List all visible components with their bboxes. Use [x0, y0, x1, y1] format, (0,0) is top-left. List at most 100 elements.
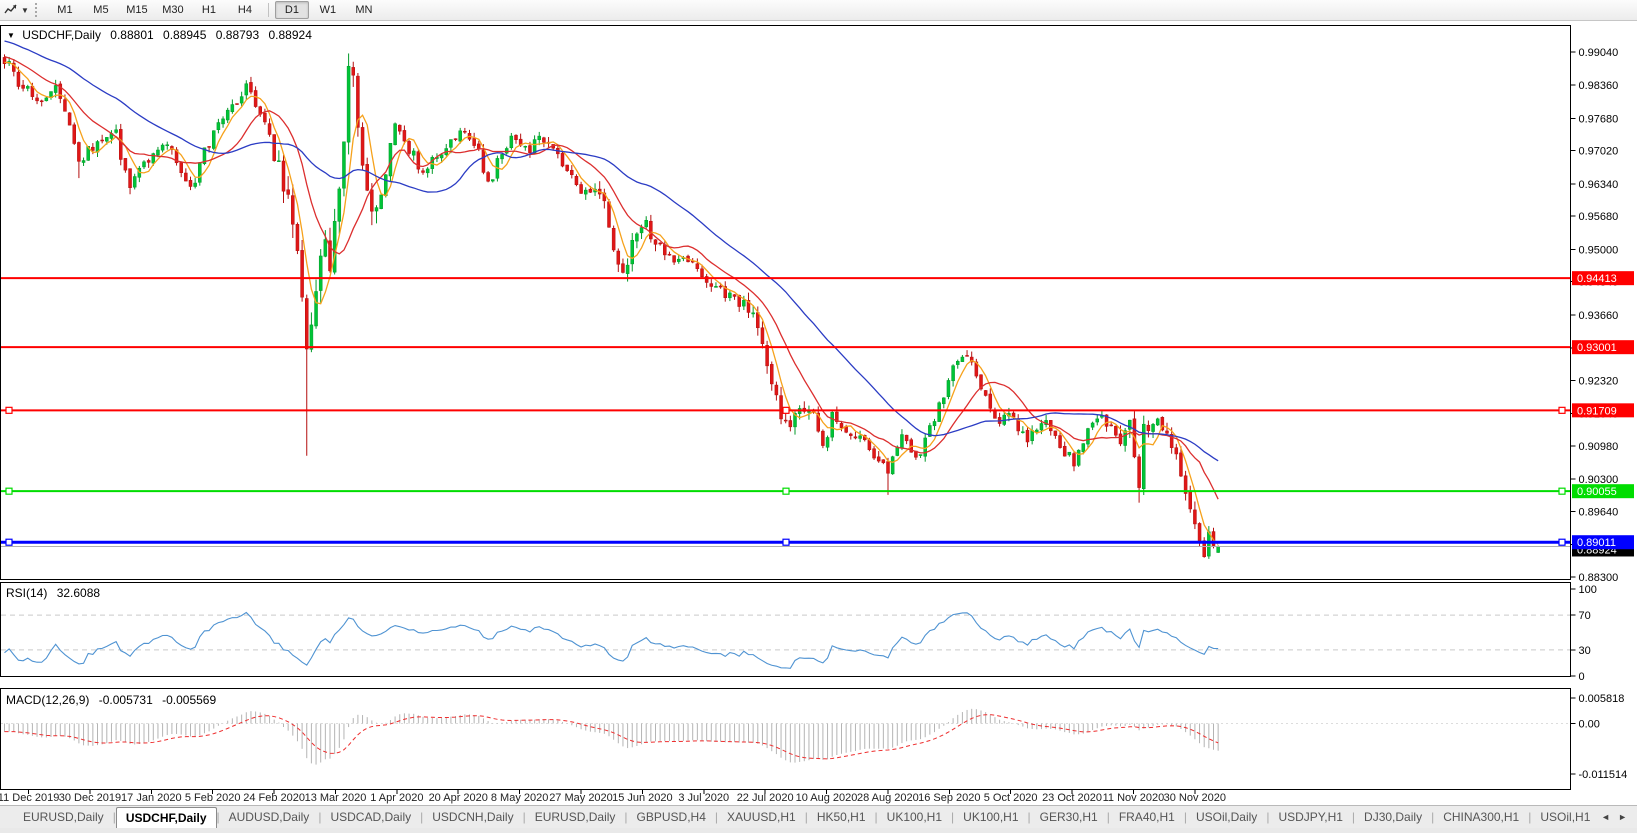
candle-body [770, 364, 773, 384]
date-axis-label: 28 Aug 2020 [857, 792, 919, 804]
chart-tab-dj30-daily[interactable]: DJ30,Daily [1355, 807, 1431, 827]
candle-body [189, 180, 192, 186]
candle-body [1179, 453, 1182, 476]
rsi-panel[interactable] [1, 583, 1571, 677]
date-axis-label: 17 Jan 2020 [121, 792, 182, 804]
candle-body [231, 105, 234, 112]
rsi-axis-label: 0 [1579, 671, 1585, 683]
candle-body [942, 398, 945, 404]
candle-body [854, 437, 857, 438]
timeframe-button-h4[interactable]: H4 [228, 1, 262, 19]
hline-handle[interactable] [783, 488, 789, 494]
chart-tab-china300-h1[interactable]: CHINA300,H1 [1434, 807, 1528, 827]
candle-body [198, 163, 201, 183]
chart-tool-icon[interactable] [2, 2, 20, 18]
chart-tab-gbpusd-h4[interactable]: GBPUSD,H4 [628, 807, 715, 827]
candle-body [538, 136, 541, 140]
candle-body [347, 66, 350, 142]
candle-body [422, 171, 425, 173]
candle-body [245, 84, 248, 95]
chart-tab-hk50-h1[interactable]: HK50,H1 [808, 807, 875, 827]
candle-body [222, 119, 225, 124]
timeframe-button-d1[interactable]: D1 [275, 1, 309, 19]
candle-body [426, 169, 429, 173]
tab-scroll-left-icon[interactable]: ◄ [1601, 812, 1610, 822]
candle-body [91, 147, 94, 150]
candle-body [714, 286, 717, 287]
candle-body [696, 264, 699, 269]
hline-handle[interactable] [783, 539, 789, 545]
candle-body [194, 183, 197, 186]
candle-body [1082, 444, 1085, 452]
hline-handle[interactable] [6, 407, 12, 413]
candle-body [45, 98, 48, 101]
candle-body [352, 67, 355, 75]
timeframe-button-mn[interactable]: MN [347, 1, 381, 19]
timeframe-button-m1[interactable]: M1 [48, 1, 82, 19]
chart-tab-usdcad-daily[interactable]: USDCAD,Daily [321, 807, 420, 827]
date-axis-label: 27 May 2020 [549, 792, 613, 804]
candle-body [956, 361, 959, 364]
toolbar-divider [268, 3, 269, 17]
price-axis-label: 0.97680 [1579, 113, 1619, 125]
tab-scroll-right-icon[interactable]: ► [1618, 812, 1627, 822]
candle-body [36, 98, 39, 101]
collapse-triangle-icon[interactable]: ▼ [7, 31, 15, 40]
candle-body [1147, 425, 1150, 431]
hline-handle[interactable] [1559, 407, 1565, 413]
candle-body [240, 97, 243, 103]
chart-tab-uk100-h1[interactable]: UK100,H1 [878, 807, 951, 827]
candle-body [463, 131, 466, 132]
candle-body [482, 150, 485, 172]
timeframe-button-group: M1M5M15M30H1H4 D1W1MN [47, 1, 382, 19]
chart-tab-usoil-daily[interactable]: USOil,Daily [1187, 807, 1266, 827]
candle-body [263, 113, 266, 122]
main-chart-panel[interactable] [1, 26, 1571, 580]
candle-body [212, 131, 215, 149]
candle-body [477, 144, 480, 149]
hline-handle[interactable] [783, 407, 789, 413]
candle-body [166, 145, 169, 146]
candle-body [319, 256, 322, 291]
hline-handle[interactable] [6, 488, 12, 494]
candle-body [882, 460, 885, 463]
candle-body [73, 125, 76, 144]
chart-tab-usdjpy-h1[interactable]: USDJPY,H1 [1269, 807, 1351, 827]
timeframe-button-m30[interactable]: M30 [156, 1, 190, 19]
candle-body [161, 145, 164, 150]
candle-body [617, 251, 620, 264]
chart-tab-usdchf-daily[interactable]: USDCHF,Daily [116, 807, 217, 829]
candle-body [659, 243, 662, 244]
chart-canvas[interactable]: 0.990400.983600.976800.970200.963400.956… [0, 0, 1637, 833]
ohlc-low: 0.88793 [216, 28, 259, 42]
candle-body [947, 380, 950, 396]
chart-tab-xauusd-h1[interactable]: XAUUSD,H1 [718, 807, 805, 827]
chart-tab-audusd-daily[interactable]: AUDUSD,Daily [220, 807, 319, 827]
chart-tab-ger30-h1[interactable]: GER30,H1 [1031, 807, 1107, 827]
hline-handle[interactable] [1559, 539, 1565, 545]
price-axis-label: 0.88300 [1579, 572, 1619, 584]
chart-tab-uk100-h1[interactable]: UK100,H1 [954, 807, 1027, 827]
chart-tab-eurusd-daily[interactable]: EURUSD,Daily [14, 807, 113, 827]
candle-body [1031, 431, 1034, 441]
timeframe-button-m5[interactable]: M5 [84, 1, 118, 19]
candle-body [54, 85, 57, 92]
candle-body [900, 435, 903, 449]
candle-body [1114, 426, 1117, 435]
candle-body [301, 250, 304, 297]
chart-tab-eurusd-daily[interactable]: EURUSD,Daily [526, 807, 625, 827]
hline-handle[interactable] [6, 539, 12, 545]
chart-tab-usoil-h1[interactable]: USOil,H1 [1531, 807, 1599, 827]
toolbar-grip[interactable] [35, 3, 41, 17]
timeframe-button-m15[interactable]: M15 [120, 1, 154, 19]
candle-body [412, 151, 415, 155]
candle-body [1189, 492, 1192, 509]
hline-handle[interactable] [1559, 488, 1565, 494]
timeframe-button-h1[interactable]: H1 [192, 1, 226, 19]
chart-tab-usdcnh-daily[interactable]: USDCNH,Daily [423, 807, 522, 827]
candle-body [408, 141, 411, 153]
chart-tab-fra40-h1[interactable]: FRA40,H1 [1110, 807, 1184, 827]
candle-body [742, 300, 745, 306]
timeframe-button-w1[interactable]: W1 [311, 1, 345, 19]
tool-dropdown-caret[interactable]: ▼ [20, 6, 33, 15]
